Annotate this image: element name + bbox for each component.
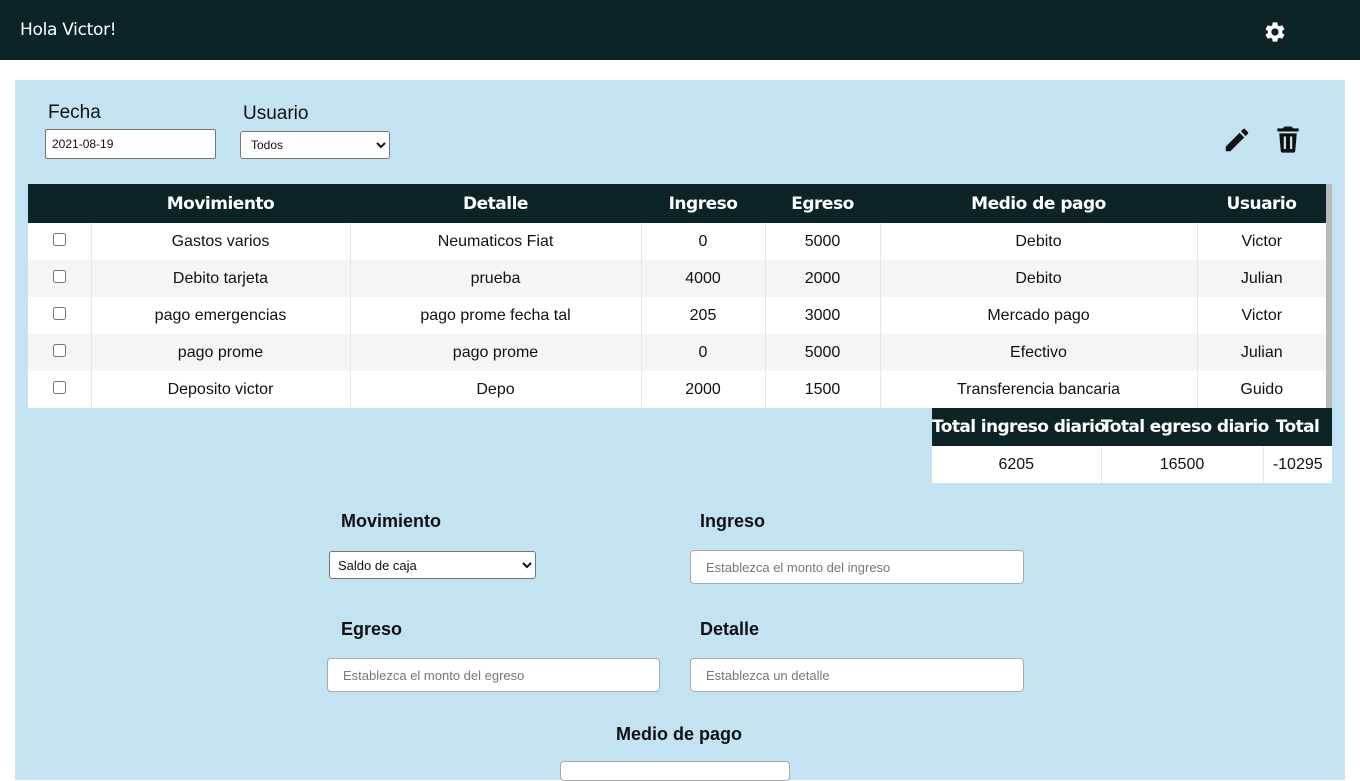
total-header: Total: [1263, 408, 1332, 446]
detalle-cell: Depo: [350, 371, 642, 408]
table-header-row: Movimiento Detalle Ingreso Egreso Medio …: [28, 184, 1326, 223]
totals-header-row: Total ingreso diario Total egreso diario…: [932, 408, 1332, 446]
row-checkbox[interactable]: [52, 306, 66, 320]
column-header: Ingreso: [641, 184, 765, 223]
row-checkbox[interactable]: [52, 269, 66, 283]
movimiento-cell: Gastos varios: [91, 223, 351, 260]
detalle-cell: Neumaticos Fiat: [350, 223, 642, 260]
top-navbar: Hola Victor!: [0, 0, 1360, 60]
egreso-cell: 1500: [765, 371, 881, 408]
table-row: Debito tarjeta prueba 4000 2000 Debito J…: [28, 260, 1326, 297]
column-header: [28, 184, 91, 223]
detalle-cell: pago prome: [350, 334, 642, 371]
detalle-form-label: Detalle: [700, 619, 760, 639]
medio-cell: Debito: [880, 260, 1198, 297]
usuario-select[interactable]: Todos: [240, 131, 390, 159]
usuario-cell: Victor: [1197, 223, 1326, 260]
movimiento-cell: Debito tarjeta: [91, 260, 351, 297]
total-value: -10295: [1263, 446, 1332, 483]
column-header: Egreso: [765, 184, 880, 223]
row-select-cell: [28, 297, 92, 334]
total-ingreso-header: Total ingreso diario: [932, 408, 1106, 446]
movimiento-select[interactable]: Saldo de caja: [329, 551, 536, 579]
row-checkbox[interactable]: [52, 232, 66, 246]
row-select-cell: [28, 371, 92, 408]
table-row: Gastos varios Neumaticos Fiat 0 5000 Deb…: [28, 223, 1326, 260]
medio-cell: Transferencia bancaria: [880, 371, 1198, 408]
egreso-cell: 3000: [765, 297, 881, 334]
movimiento-cell: pago emergencias: [91, 297, 351, 334]
egreso-form-label: Egreso: [341, 619, 403, 639]
column-header: Usuario: [1197, 184, 1326, 223]
row-checkbox[interactable]: [52, 380, 66, 394]
egreso-cell: 2000: [765, 260, 881, 297]
row-select-cell: [28, 260, 92, 297]
medio-cell: Efectivo: [880, 334, 1198, 371]
egreso-cell: 5000: [765, 334, 881, 371]
egreso-cell: 5000: [765, 223, 881, 260]
total-ingreso-value: 6205: [932, 446, 1102, 483]
greeting-text: Hola Victor!: [20, 20, 117, 40]
ingreso-cell: 4000: [641, 260, 766, 297]
column-header: Detalle: [350, 184, 641, 223]
row-checkbox[interactable]: [52, 343, 66, 357]
totals-table: Total ingreso diario Total egreso diario…: [932, 408, 1332, 483]
egreso-input[interactable]: [327, 658, 660, 692]
gear-icon[interactable]: [1263, 20, 1287, 44]
detalle-cell: pago prome fecha tal: [350, 297, 642, 334]
movimiento-form-label: Movimiento: [341, 511, 442, 531]
ingreso-cell: 2000: [641, 371, 766, 408]
table-row: Deposito victor Depo 2000 1500 Transfere…: [28, 371, 1326, 408]
fecha-input[interactable]: [45, 129, 216, 159]
usuario-cell: Julian: [1197, 260, 1326, 297]
movimiento-cell: pago prome: [91, 334, 351, 371]
medio-cell: Mercado pago: [880, 297, 1198, 334]
movimiento-cell: Deposito victor: [91, 371, 351, 408]
trash-icon[interactable]: [1273, 124, 1303, 154]
ingreso-form-label: Ingreso: [700, 511, 766, 531]
detalle-input[interactable]: [690, 658, 1024, 692]
column-header: Movimiento: [91, 184, 350, 223]
usuario-label: Usuario: [243, 103, 309, 124]
table-row: pago prome pago prome 0 5000 Efectivo Ju…: [28, 334, 1326, 371]
row-select-cell: [28, 334, 92, 371]
usuario-cell: Julian: [1197, 334, 1326, 371]
total-egreso-header: Total egreso diario: [1101, 408, 1269, 446]
ingreso-cell: 0: [641, 223, 766, 260]
column-header: Medio de pago: [880, 184, 1197, 223]
medio-pago-select[interactable]: [560, 761, 790, 781]
ingreso-input[interactable]: [690, 550, 1024, 584]
detalle-cell: prueba: [350, 260, 642, 297]
ingreso-cell: 0: [641, 334, 766, 371]
movements-table: Movimiento Detalle Ingreso Egreso Medio …: [28, 184, 1326, 408]
total-egreso-value: 16500: [1101, 446, 1264, 483]
medio-pago-form-label: Medio de pago: [616, 724, 742, 744]
totals-row: 6205 16500 -10295: [932, 446, 1332, 483]
medio-cell: Debito: [880, 223, 1198, 260]
table-row: pago emergencias pago prome fecha tal 20…: [28, 297, 1326, 334]
fecha-label: Fecha: [48, 102, 101, 123]
pencil-icon[interactable]: [1222, 125, 1252, 155]
ingreso-cell: 205: [641, 297, 766, 334]
row-select-cell: [28, 223, 92, 260]
usuario-cell: Guido: [1197, 371, 1326, 408]
usuario-cell: Victor: [1197, 297, 1326, 334]
table-scrollbar[interactable]: [1326, 184, 1332, 408]
